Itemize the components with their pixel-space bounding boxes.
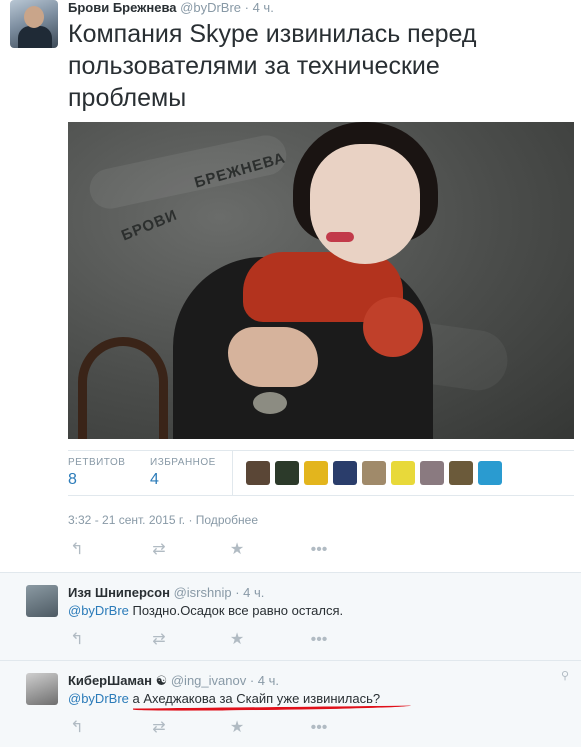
- reply-time[interactable]: · 4 ч.: [250, 673, 279, 688]
- stats-divider: [232, 451, 233, 495]
- reply-tweet: КиберШаман ☯ @ing_ivanov · 4 ч. @byDrBre…: [0, 660, 581, 747]
- tweet-time[interactable]: · 4 ч.: [245, 0, 274, 15]
- retweets-count: 8: [68, 471, 77, 488]
- tweet-actions: ↰ ⇄ ★ •••: [68, 541, 348, 559]
- person-sleeve: [363, 297, 423, 357]
- reply-actions: ↰ ⇄ ★ •••: [68, 719, 348, 737]
- main-tweet: Брови Брежнева @byDrBre · 4 ч. Компания …: [0, 0, 581, 572]
- more-icon[interactable]: •••: [310, 631, 328, 649]
- favoriter-avatar[interactable]: [304, 461, 328, 485]
- reply-avatar[interactable]: [26, 585, 58, 617]
- retweet-icon[interactable]: ⇄: [150, 631, 168, 649]
- reply-icon[interactable]: ↰: [68, 541, 86, 559]
- tweet-photo[interactable]: БРОВИ БРЕЖНЕВА: [68, 122, 574, 439]
- reply-actions: ↰ ⇄ ★ •••: [68, 631, 348, 649]
- reply-icon[interactable]: ↰: [68, 631, 86, 649]
- retweet-icon[interactable]: ⇄: [150, 719, 168, 737]
- author-row: Брови Брежнева @byDrBre · 4 ч.: [68, 0, 274, 15]
- location-pin-icon[interactable]: ⚲: [561, 669, 571, 682]
- favoriter-avatar[interactable]: [391, 461, 415, 485]
- author-avatar[interactable]: [10, 0, 58, 48]
- reply-fullname[interactable]: Изя Шниперсон: [68, 585, 170, 600]
- reply-avatar[interactable]: [26, 673, 58, 705]
- favorites-count: 4: [150, 471, 159, 488]
- reply-mention[interactable]: @byDrBre: [68, 691, 129, 706]
- star-icon[interactable]: ★: [228, 631, 246, 649]
- watermark-text: БРОВИ: [118, 206, 180, 245]
- reply-tweet: Изя Шниперсон @isrshnip · 4 ч. @byDrBre …: [0, 572, 581, 660]
- favoriter-avatar[interactable]: [449, 461, 473, 485]
- favorites-stat[interactable]: ИЗБРАННОЕ 4: [150, 457, 216, 489]
- retweets-label: РЕТВИТОВ: [68, 457, 126, 468]
- more-icon[interactable]: •••: [310, 719, 328, 737]
- reply-time[interactable]: · 4 ч.: [235, 585, 264, 600]
- favoriter-avatar[interactable]: [246, 461, 270, 485]
- favorites-label: ИЗБРАННОЕ: [150, 457, 216, 468]
- retweet-icon[interactable]: ⇄: [150, 541, 168, 559]
- favoriter-avatar[interactable]: [333, 461, 357, 485]
- reply-handle[interactable]: @ing_ivanov: [171, 673, 246, 688]
- author-fullname[interactable]: Брови Брежнева: [68, 0, 177, 15]
- reply-handle[interactable]: @isrshnip: [174, 585, 232, 600]
- person-hand: [228, 327, 318, 387]
- favoriters-avatars: [246, 461, 502, 485]
- person-face: [310, 144, 420, 264]
- reply-icon[interactable]: ↰: [68, 719, 86, 737]
- reply-fullname[interactable]: КиберШаман: [68, 673, 152, 688]
- reply-author-row: Изя Шниперсон @isrshnip · 4 ч.: [68, 585, 264, 600]
- tweet-timestamp[interactable]: 3:32 - 21 сент. 2015 г. · Подробнее: [68, 513, 258, 527]
- more-icon[interactable]: •••: [310, 541, 328, 559]
- author-handle[interactable]: @byDrBre: [180, 0, 241, 15]
- star-icon[interactable]: ★: [228, 719, 246, 737]
- brooch: [253, 392, 287, 414]
- person-lips: [326, 232, 354, 242]
- yin-yang-icon: ☯: [155, 673, 168, 688]
- tweet-text: Компания Skype извинилась перед пользова…: [68, 20, 477, 112]
- reply-author-row: КиберШаман ☯ @ing_ivanov · 4 ч.: [68, 673, 279, 689]
- chair-back: [78, 337, 168, 439]
- retweets-stat[interactable]: РЕТВИТОВ 8: [68, 457, 125, 489]
- reply-mention[interactable]: @byDrBre: [68, 603, 129, 618]
- reply-text: @byDrBre Поздно.Осадок все равно остался…: [68, 603, 343, 618]
- tweet-stats: РЕТВИТОВ 8 ИЗБРАННОЕ 4: [68, 450, 574, 496]
- favoriter-avatar[interactable]: [275, 461, 299, 485]
- favoriter-avatar[interactable]: [362, 461, 386, 485]
- favoriter-avatar[interactable]: [478, 461, 502, 485]
- star-icon[interactable]: ★: [228, 541, 246, 559]
- reply-body: Поздно.Осадок все равно остался.: [128, 603, 344, 618]
- favoriter-avatar[interactable]: [420, 461, 444, 485]
